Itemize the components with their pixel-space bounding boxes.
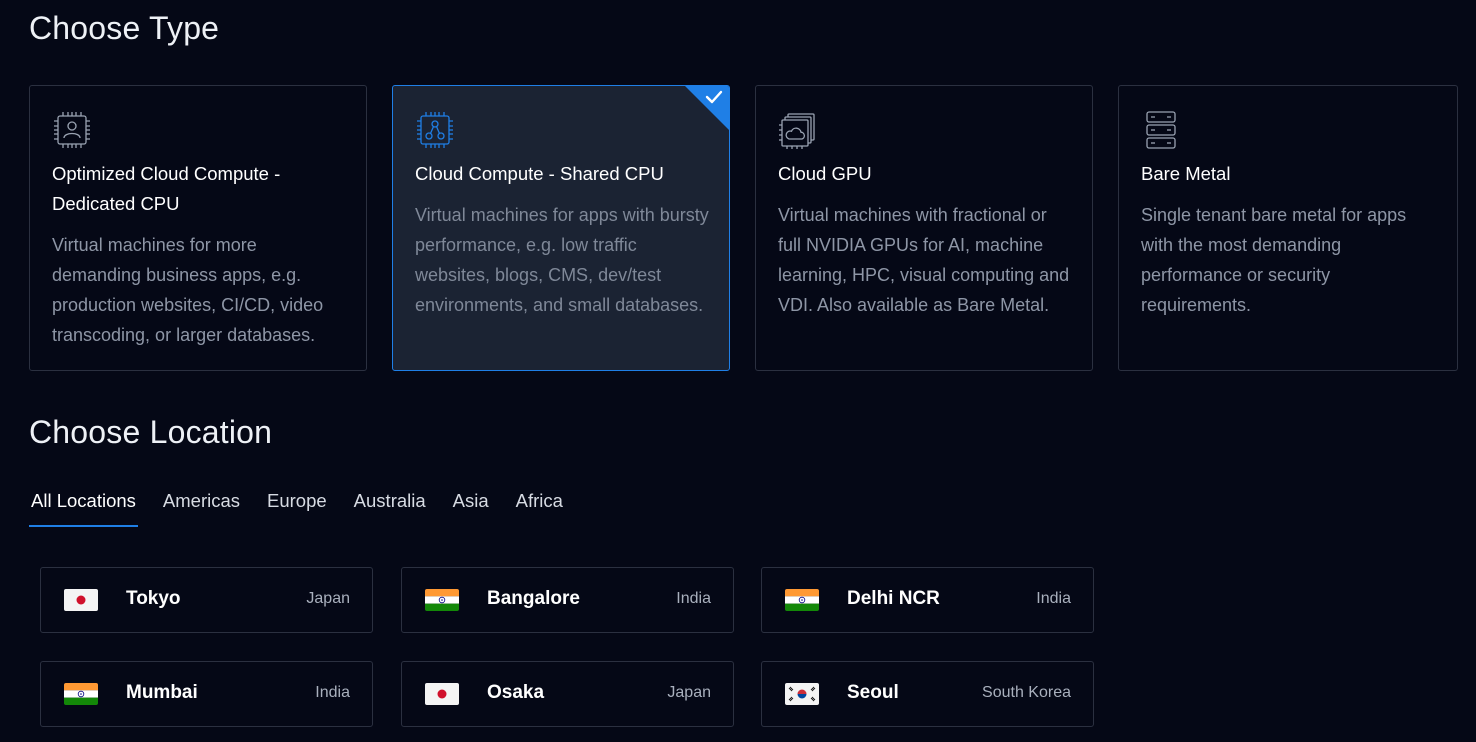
location-card-tokyo[interactable]: Tokyo Japan bbox=[40, 567, 373, 633]
location-city: Tokyo bbox=[126, 588, 181, 609]
tab-asia[interactable]: Asia bbox=[451, 486, 491, 522]
server-stack-icon bbox=[1146, 111, 1176, 149]
card-description: Virtual machines for more demanding busi… bbox=[52, 235, 324, 345]
cpu-user-icon bbox=[54, 112, 90, 148]
type-card-cloud-compute-shared[interactable]: Cloud Compute - Shared CPU Virtual machi… bbox=[392, 85, 730, 371]
india-flag-icon bbox=[64, 683, 98, 705]
selected-check-icon bbox=[685, 86, 729, 130]
tab-all-locations[interactable]: All Locations bbox=[29, 486, 138, 527]
tab-australia[interactable]: Australia bbox=[352, 486, 428, 522]
location-city: Bangalore bbox=[487, 588, 580, 609]
india-flag-icon bbox=[785, 589, 819, 611]
type-card-cloud-gpu[interactable]: Cloud GPU Virtual machines with fraction… bbox=[755, 85, 1093, 371]
card-description: Virtual machines for apps with bursty pe… bbox=[415, 205, 709, 315]
location-country: South Korea bbox=[982, 684, 1071, 701]
card-title: Bare Metal bbox=[1141, 159, 1431, 189]
gpu-cloud-icon bbox=[779, 113, 815, 149]
card-title: Cloud Compute - Shared CPU bbox=[415, 159, 705, 189]
choose-location-title: Choose Location bbox=[29, 414, 273, 450]
location-city: Mumbai bbox=[126, 682, 198, 703]
location-city: Delhi NCR bbox=[847, 588, 940, 609]
type-card-optimized-cloud-compute[interactable]: Optimized Cloud Compute - Dedicated CPU … bbox=[29, 85, 367, 371]
location-country: India bbox=[315, 684, 350, 701]
japan-flag-icon bbox=[64, 589, 98, 611]
card-description: Virtual machines with fractional or full… bbox=[778, 205, 1070, 315]
choose-type-title: Choose Type bbox=[29, 10, 220, 46]
location-card-osaka[interactable]: Osaka Japan bbox=[401, 661, 734, 727]
location-country: Japan bbox=[667, 684, 711, 701]
japan-flag-icon bbox=[425, 683, 459, 705]
tab-africa[interactable]: Africa bbox=[514, 486, 565, 522]
location-city: Osaka bbox=[487, 682, 545, 703]
location-city: Seoul bbox=[847, 682, 899, 703]
location-country: Japan bbox=[306, 590, 350, 607]
tab-americas[interactable]: Americas bbox=[161, 486, 242, 522]
location-card-delhi-ncr[interactable]: Delhi NCR India bbox=[761, 567, 1094, 633]
cpu-share-icon bbox=[417, 112, 453, 148]
card-title: Cloud GPU bbox=[778, 159, 1068, 189]
tab-europe[interactable]: Europe bbox=[265, 486, 329, 522]
card-title: Optimized Cloud Compute - Dedicated CPU bbox=[52, 159, 342, 219]
location-country: India bbox=[1036, 590, 1071, 607]
card-title-line2: Dedicated CPU bbox=[52, 193, 180, 214]
location-country: India bbox=[676, 590, 711, 607]
india-flag-icon bbox=[425, 589, 459, 611]
location-card-mumbai[interactable]: Mumbai India bbox=[40, 661, 373, 727]
location-card-bangalore[interactable]: Bangalore India bbox=[401, 567, 734, 633]
page: Choose Type Optimized Cloud Compute - De… bbox=[0, 0, 1476, 742]
location-tabs: All Locations Americas Europe Australia … bbox=[29, 486, 588, 528]
card-description: Single tenant bare metal for apps with t… bbox=[1141, 205, 1407, 315]
card-title-line1: Cloud Compute - Shared CPU bbox=[415, 163, 664, 184]
card-title-line1: Optimized Cloud Compute - bbox=[52, 163, 281, 184]
south-korea-flag-icon bbox=[785, 683, 819, 705]
location-card-seoul[interactable]: Seoul South Korea bbox=[761, 661, 1094, 727]
type-card-bare-metal[interactable]: Bare Metal Single tenant bare metal for … bbox=[1118, 85, 1458, 371]
card-title-line1: Bare Metal bbox=[1141, 163, 1231, 184]
card-title-line1: Cloud GPU bbox=[778, 163, 872, 184]
